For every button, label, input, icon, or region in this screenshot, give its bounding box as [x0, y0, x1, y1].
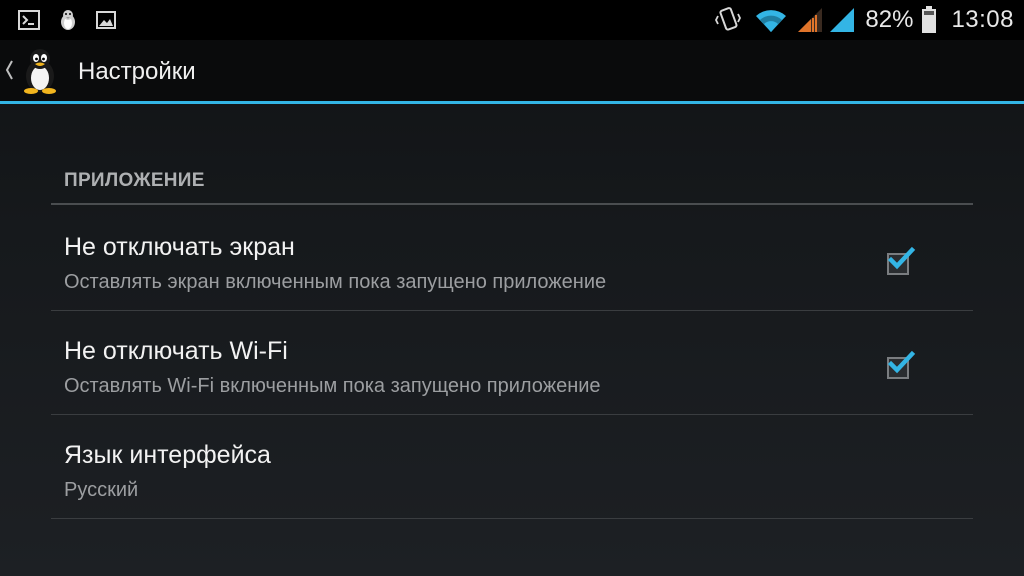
checkmark-icon	[887, 350, 916, 374]
keep-wifi-on-checkbox[interactable]	[885, 350, 916, 381]
chevron-left-icon	[4, 59, 14, 86]
checkmark-icon	[887, 246, 916, 270]
vibrate-phone-icon	[715, 6, 742, 34]
up-navigation-button[interactable]	[0, 42, 72, 102]
pref-title: Не отключать экран	[64, 233, 295, 261]
pref-keep-screen-on[interactable]: Не отключать экран Оставлять экран включ…	[51, 207, 973, 311]
status-bar: 82% 13:08	[0, 0, 1024, 40]
category-divider	[51, 203, 973, 205]
terminal-icon	[18, 10, 40, 30]
wifi-icon	[755, 7, 787, 33]
notification-icons	[18, 8, 116, 32]
signal-orange-icon	[797, 7, 823, 33]
pref-title: Язык интерфейса	[64, 441, 271, 469]
action-bar-accent-line	[0, 101, 1024, 104]
battery-percent: 82%	[865, 6, 914, 33]
pref-summary: Русский	[64, 479, 139, 501]
image-icon	[96, 11, 116, 29]
page-title: Настройки	[78, 58, 196, 85]
category-header: ПРИЛОЖЕНИЕ	[64, 170, 205, 191]
penguin-logo-icon	[18, 46, 62, 99]
pref-interface-language[interactable]: Язык интерфейса Русский	[51, 415, 973, 519]
settings-screen: 82% 13:08 Настройки ПРИЛОЖЕНИЕ Не отключ…	[0, 0, 1024, 576]
item-divider	[51, 518, 973, 519]
pref-summary: Оставлять Wi-Fi включенным пока запущено…	[64, 375, 601, 397]
signal-blue-icon	[829, 7, 855, 33]
keep-screen-on-checkbox[interactable]	[885, 246, 916, 277]
pref-title: Не отключать Wi-Fi	[64, 337, 288, 365]
battery-icon	[921, 6, 937, 34]
clock: 13:08	[951, 6, 1014, 33]
penguin-icon	[58, 9, 78, 31]
pref-keep-wifi-on[interactable]: Не отключать Wi-Fi Оставлять Wi-Fi включ…	[51, 311, 973, 415]
system-icons: 82% 13:08	[715, 0, 1014, 40]
pref-summary: Оставлять экран включенным пока запущено…	[64, 271, 607, 293]
